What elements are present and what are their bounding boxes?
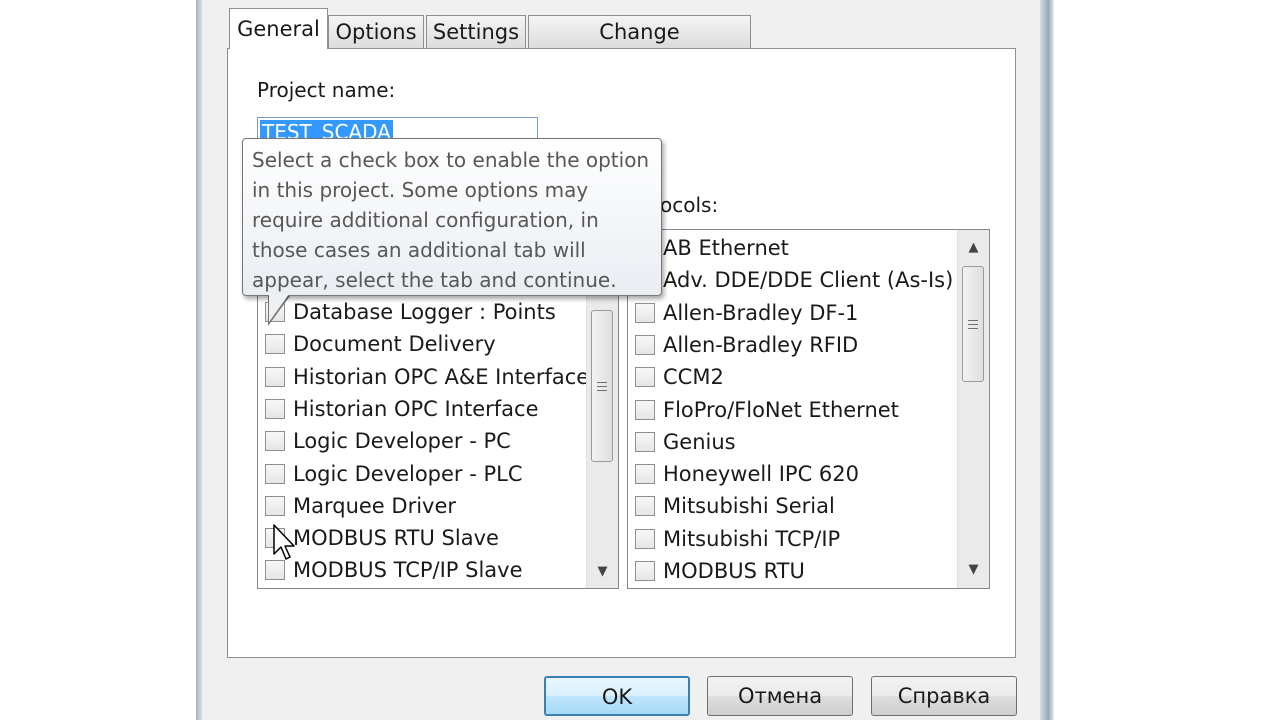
list-item[interactable]: Allen-Bradley DF-1 [628,297,858,329]
list-item[interactable]: Logic Developer - PLC [258,458,523,490]
checkbox[interactable] [265,495,285,516]
checkbox[interactable] [265,398,285,419]
list-item[interactable]: MODBUS RTU [628,555,805,587]
protocols-label: ocols: [660,193,719,217]
list-item-label: Honeywell IPC 620 [663,462,860,487]
list-item[interactable]: Mitsubishi TCP/IP [628,523,840,555]
help-tooltip: Select a check box to enable the option … [242,138,662,296]
scroll-grip-icon [968,320,978,329]
checkbox[interactable] [265,463,285,484]
protocols-checklist[interactable]: AB Ethernet Adv. DDE/DDE Client (As-Is) Al… [627,229,990,589]
list-item[interactable]: Mitsubishi Serial [628,490,835,522]
help-button[interactable]: Справка [871,676,1017,716]
checkbox[interactable] [265,431,285,452]
list-item[interactable]: Historian OPC A&E Interface [258,361,589,393]
list-item[interactable]: FloPro/FloNet Ethernet [628,394,899,426]
tab-options[interactable]: Options [328,15,424,48]
mouse-pointer-icon [273,524,295,560]
checkbox[interactable] [635,431,655,452]
tooltip-pointer-fill [269,294,289,322]
scroll-grip-icon [597,382,607,391]
list-item-label: Database Logger : Points [293,300,556,324]
list-item-label: MODBUS TCP/IP Slave [293,558,523,583]
checkbox[interactable] [635,496,655,517]
list-item[interactable]: Adv. DDE/DDE Client (As-Is) [628,264,953,296]
list-item-label: Mitsubishi TCP/IP [663,526,841,551]
list-item[interactable]: MODBUS TCP/IP Slave [258,554,523,586]
list-item[interactable]: Logic Developer - PC [258,425,511,457]
tooltip-text: Select a check box to enable the option … [252,148,650,292]
scroll-down-arrow-icon[interactable]: ▼ [587,558,618,586]
list-item-label: Historian OPC Interface [293,396,539,421]
list-item-label: Historian OPC A&E Interface [293,364,590,389]
list-item-label: Mitsubishi Serial [663,494,835,519]
list-item[interactable]: Genius [628,426,736,458]
list-item-label: CCM2 [663,365,724,390]
list-item[interactable]: Honeywell IPC 620 [628,458,859,490]
list-item-label: MODBUS RTU [663,559,805,583]
protocols-scroll-thumb[interactable] [962,266,984,382]
tab-change-management[interactable]: Change Management [528,15,751,77]
list-item[interactable]: Allen-Bradley RFID [628,329,858,361]
checkbox[interactable] [635,399,655,420]
list-item[interactable]: Document Delivery [258,328,496,360]
checkbox[interactable] [265,366,285,387]
scroll-down-arrow-icon[interactable]: ▼ [958,556,989,584]
project-name-label: Project name: [257,78,396,102]
tab-general[interactable]: General [229,8,328,49]
options-scroll-thumb[interactable] [591,310,613,462]
list-item[interactable]: CCM2 [628,361,724,393]
list-item-label: AB Ethernet [663,236,789,260]
tab-settings[interactable]: Settings [426,15,526,48]
list-item-label: FloPro/FloNet Ethernet [663,397,899,422]
list-item-label: Adv. DDE/DDE Client (As-Is) [663,268,954,293]
list-item[interactable]: Historian OPC Interface [258,393,539,425]
checkbox[interactable] [635,561,655,581]
protocols-scrollbar[interactable]: ▲ ▼ [957,230,989,588]
list-item[interactable]: Database Logger : Points [258,296,556,328]
list-item-label: Marquee Driver [293,493,457,518]
list-item-label: Allen-Bradley RFID [663,332,859,357]
checkbox[interactable] [265,334,285,355]
list-item-label: Logic Developer - PLC [293,461,523,486]
list-item-label: Logic Developer - PC [293,429,511,454]
list-item-label: Document Delivery [293,332,496,357]
list-item-label: Allen-Bradley DF-1 [663,300,859,325]
checkbox[interactable] [635,367,655,388]
cancel-button[interactable]: Отмена [707,676,853,716]
list-item[interactable]: Marquee Driver [258,490,456,522]
checkbox[interactable] [635,528,655,549]
checkbox[interactable] [635,334,655,355]
scroll-up-arrow-icon[interactable]: ▲ [958,234,989,262]
checkbox[interactable] [635,464,655,485]
window-frame-right [1040,0,1054,720]
checkbox[interactable] [635,302,655,323]
ok-button[interactable]: OK [544,676,690,716]
list-item-label: MODBUS RTU Slave [293,526,499,551]
list-item-label: Genius [663,429,736,454]
